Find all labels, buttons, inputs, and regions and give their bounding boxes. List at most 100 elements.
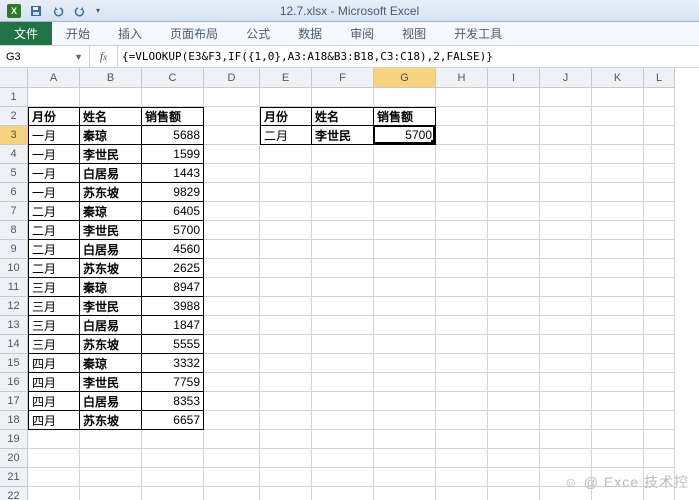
cell-E9[interactable] <box>260 240 312 259</box>
cell-J15[interactable] <box>540 354 592 373</box>
cell-C14[interactable]: 5555 <box>142 335 204 354</box>
cell-B22[interactable] <box>80 487 142 500</box>
cell-G21[interactable] <box>374 468 436 487</box>
cell-E6[interactable] <box>260 183 312 202</box>
cell-C3[interactable]: 5688 <box>142 126 204 145</box>
tab-插入[interactable]: 插入 <box>104 22 156 45</box>
cell-I16[interactable] <box>488 373 540 392</box>
cell-H9[interactable] <box>436 240 488 259</box>
cell-D20[interactable] <box>204 449 260 468</box>
cell-F7[interactable] <box>312 202 374 221</box>
col-header-K[interactable]: K <box>592 68 644 88</box>
row-header-8[interactable]: 8 <box>0 221 28 240</box>
save-icon[interactable] <box>26 2 46 20</box>
cell-E11[interactable] <box>260 278 312 297</box>
cell-B17[interactable]: 白居易 <box>80 392 142 411</box>
cell-J2[interactable] <box>540 107 592 126</box>
cell-H18[interactable] <box>436 411 488 430</box>
file-tab[interactable]: 文件 <box>0 22 52 45</box>
cell-D21[interactable] <box>204 468 260 487</box>
cell-L18[interactable] <box>644 411 675 430</box>
cell-H5[interactable] <box>436 164 488 183</box>
cell-J11[interactable] <box>540 278 592 297</box>
col-header-J[interactable]: J <box>540 68 592 88</box>
cell-E7[interactable] <box>260 202 312 221</box>
cell-K11[interactable] <box>592 278 644 297</box>
cell-H20[interactable] <box>436 449 488 468</box>
cell-A11[interactable]: 三月 <box>28 278 80 297</box>
cell-B5[interactable]: 白居易 <box>80 164 142 183</box>
row-header-12[interactable]: 12 <box>0 297 28 316</box>
cell-C15[interactable]: 3332 <box>142 354 204 373</box>
row-header-1[interactable]: 1 <box>0 88 28 107</box>
cell-F11[interactable] <box>312 278 374 297</box>
cell-J12[interactable] <box>540 297 592 316</box>
cell-D2[interactable] <box>204 107 260 126</box>
cell-J19[interactable] <box>540 430 592 449</box>
cell-G22[interactable] <box>374 487 436 500</box>
cell-H21[interactable] <box>436 468 488 487</box>
col-header-G[interactable]: G <box>374 68 436 88</box>
cell-C19[interactable] <box>142 430 204 449</box>
cell-E5[interactable] <box>260 164 312 183</box>
row-header-6[interactable]: 6 <box>0 183 28 202</box>
cell-J14[interactable] <box>540 335 592 354</box>
cell-E13[interactable] <box>260 316 312 335</box>
cell-E20[interactable] <box>260 449 312 468</box>
cell-E10[interactable] <box>260 259 312 278</box>
name-box[interactable]: G3 ▼ <box>0 46 90 67</box>
cell-K20[interactable] <box>592 449 644 468</box>
select-all-corner[interactable] <box>0 68 28 88</box>
cell-F5[interactable] <box>312 164 374 183</box>
cell-C13[interactable]: 1847 <box>142 316 204 335</box>
cell-D1[interactable] <box>204 88 260 107</box>
cell-J4[interactable] <box>540 145 592 164</box>
cell-L8[interactable] <box>644 221 675 240</box>
cell-J10[interactable] <box>540 259 592 278</box>
cell-L9[interactable] <box>644 240 675 259</box>
cell-G13[interactable] <box>374 316 436 335</box>
cell-B11[interactable]: 秦琼 <box>80 278 142 297</box>
cell-H6[interactable] <box>436 183 488 202</box>
cell-J7[interactable] <box>540 202 592 221</box>
cell-F4[interactable] <box>312 145 374 164</box>
cell-E18[interactable] <box>260 411 312 430</box>
cell-G10[interactable] <box>374 259 436 278</box>
cell-C12[interactable]: 3988 <box>142 297 204 316</box>
row-header-3[interactable]: 3 <box>0 126 28 145</box>
cell-I11[interactable] <box>488 278 540 297</box>
cell-A15[interactable]: 四月 <box>28 354 80 373</box>
cell-C17[interactable]: 8353 <box>142 392 204 411</box>
cell-K3[interactable] <box>592 126 644 145</box>
cell-I7[interactable] <box>488 202 540 221</box>
row-header-14[interactable]: 14 <box>0 335 28 354</box>
cell-H1[interactable] <box>436 88 488 107</box>
cell-A3[interactable]: 一月 <box>28 126 80 145</box>
col-header-A[interactable]: A <box>28 68 80 88</box>
cell-L1[interactable] <box>644 88 675 107</box>
cell-F9[interactable] <box>312 240 374 259</box>
row-header-7[interactable]: 7 <box>0 202 28 221</box>
cell-A5[interactable]: 一月 <box>28 164 80 183</box>
cell-D7[interactable] <box>204 202 260 221</box>
cell-A2[interactable]: 月份 <box>28 107 80 126</box>
cell-J13[interactable] <box>540 316 592 335</box>
undo-icon[interactable] <box>48 2 68 20</box>
cell-D6[interactable] <box>204 183 260 202</box>
cell-I2[interactable] <box>488 107 540 126</box>
cell-E14[interactable] <box>260 335 312 354</box>
cell-H13[interactable] <box>436 316 488 335</box>
cell-B16[interactable]: 李世民 <box>80 373 142 392</box>
cell-K5[interactable] <box>592 164 644 183</box>
cell-K12[interactable] <box>592 297 644 316</box>
col-header-F[interactable]: F <box>312 68 374 88</box>
cell-G4[interactable] <box>374 145 436 164</box>
cell-F2[interactable]: 姓名 <box>312 107 374 126</box>
cell-E1[interactable] <box>260 88 312 107</box>
cell-K17[interactable] <box>592 392 644 411</box>
cell-G12[interactable] <box>374 297 436 316</box>
cell-C21[interactable] <box>142 468 204 487</box>
cell-L6[interactable] <box>644 183 675 202</box>
cell-C8[interactable]: 5700 <box>142 221 204 240</box>
cell-H15[interactable] <box>436 354 488 373</box>
